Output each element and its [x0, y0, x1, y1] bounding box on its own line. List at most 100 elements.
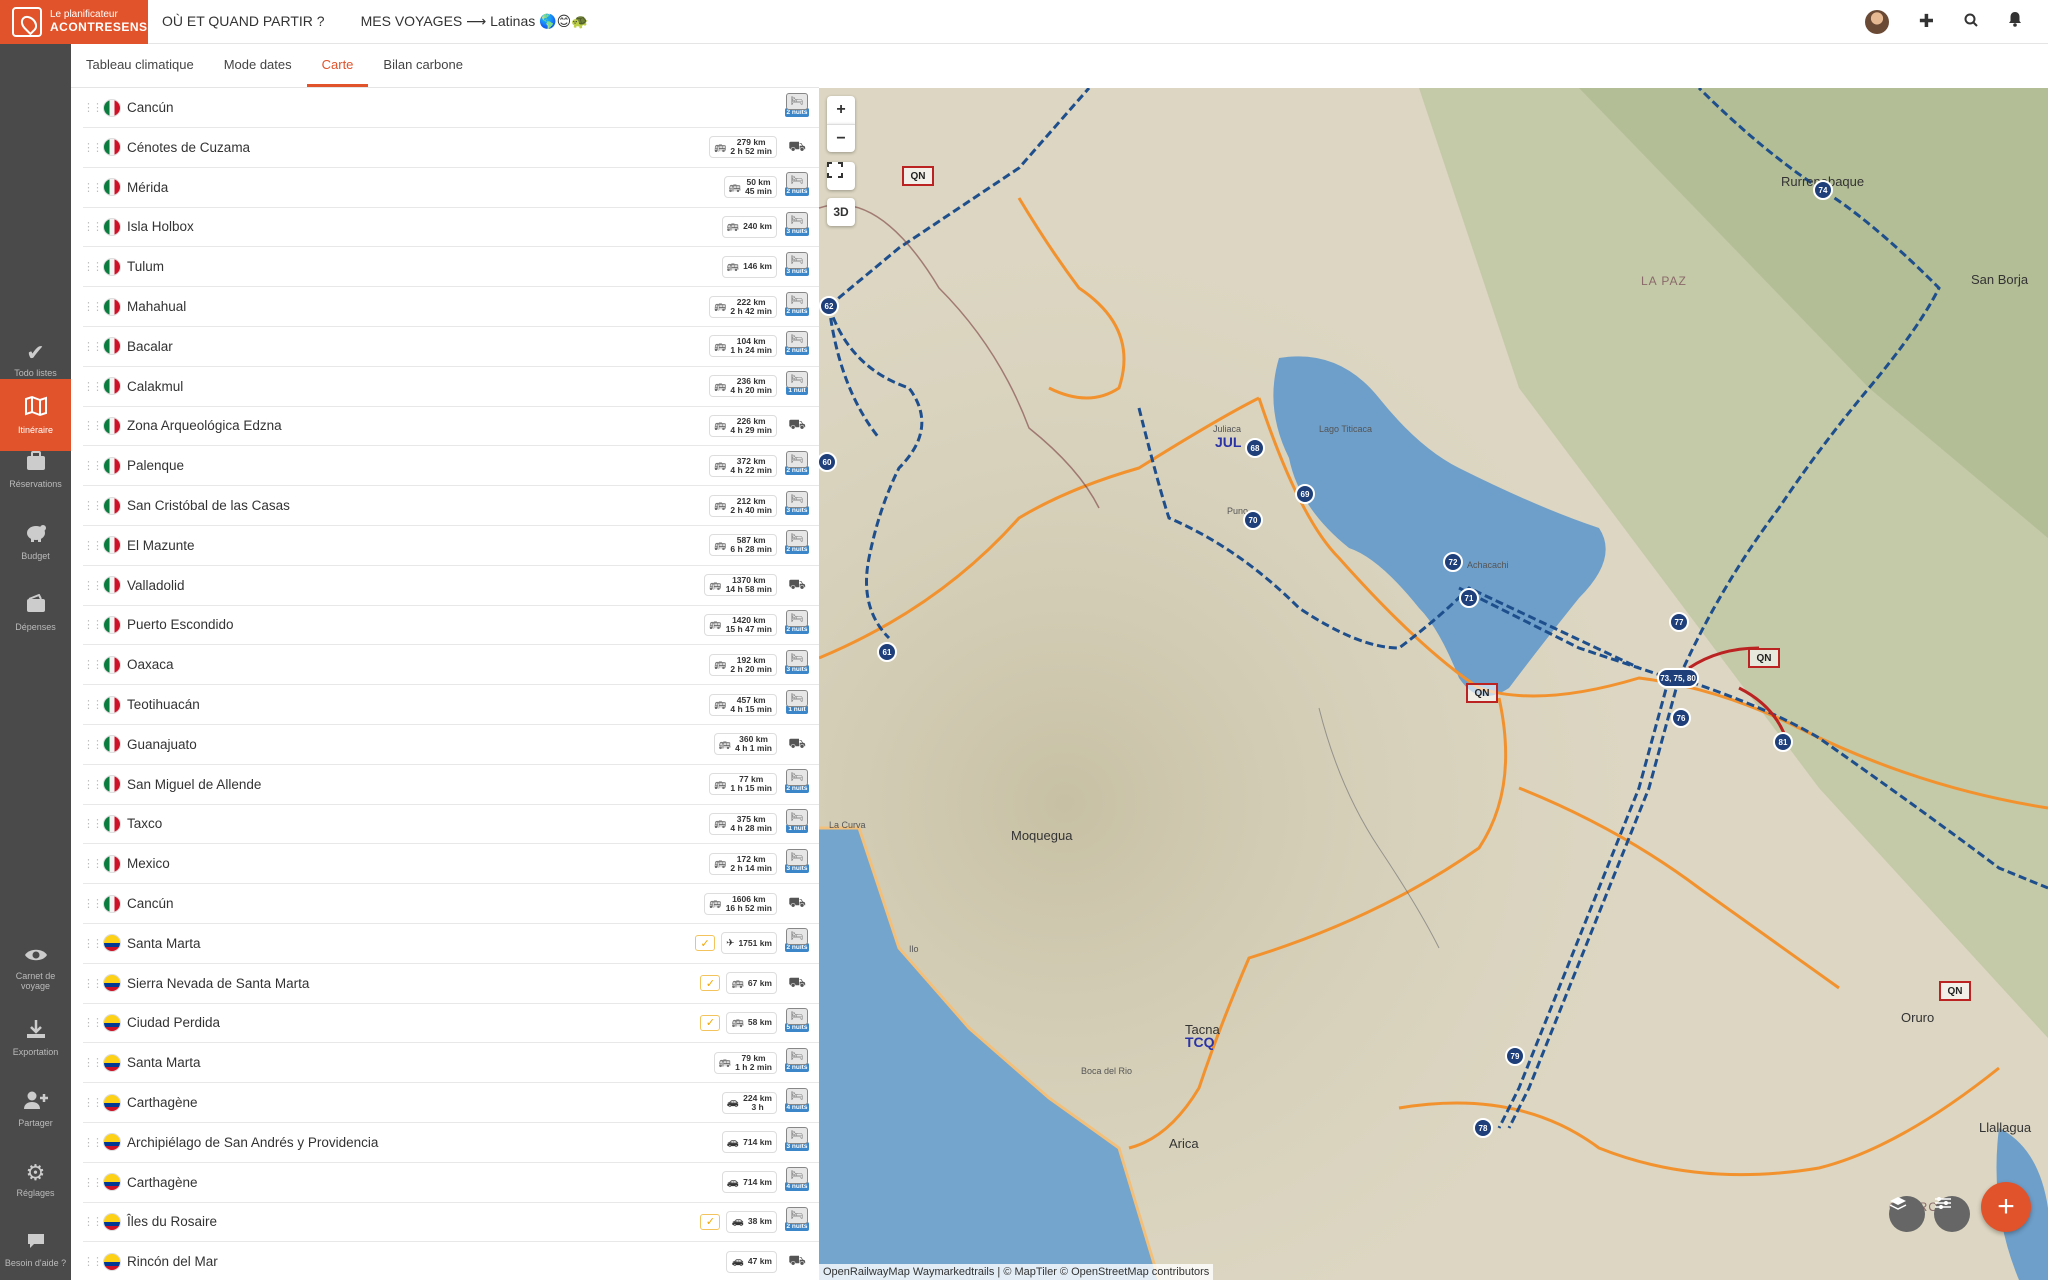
- transport-info[interactable]: 🚌 77 km 1 h 15 min: [708, 773, 777, 796]
- place-name[interactable]: Guanajuato: [127, 737, 714, 752]
- drag-handle-icon[interactable]: ⋮⋮: [83, 1096, 103, 1109]
- itinerary-row[interactable]: ⋮⋮Cénotes de Cuzama🚌279 km2 h 52 min⛟2••…: [83, 128, 819, 168]
- place-name[interactable]: Santa Marta: [127, 1055, 714, 1070]
- plus-icon[interactable]: ✚: [1919, 11, 1934, 32]
- transport-info[interactable]: 🚌 279 km 2 h 52 min: [708, 136, 777, 159]
- place-name[interactable]: Tulum: [127, 259, 722, 274]
- map-view[interactable]: Moquegua LA PAZ San Borja Rurrenabaque O…: [819, 88, 2048, 1280]
- transport-info[interactable]: 🚌 457 km 4 h 15 min: [708, 693, 777, 716]
- map-stage-marker[interactable]: 78: [1473, 1118, 1493, 1138]
- drag-handle-icon[interactable]: ⋮⋮: [83, 380, 103, 393]
- place-name[interactable]: Isla Holbox: [127, 219, 722, 234]
- night-transport-icon[interactable]: ⛟: [783, 576, 811, 595]
- itinerary-row[interactable]: ⋮⋮Bacalar🚌104 km1 h 24 min🛏2 nuits7•••: [83, 327, 819, 367]
- drag-handle-icon[interactable]: ⋮⋮: [83, 101, 103, 114]
- place-name[interactable]: Archipiélago de San Andrés y Providencia: [127, 1135, 722, 1150]
- app-logo[interactable]: Le planificateur ACONTRESENS: [0, 0, 148, 44]
- place-name[interactable]: Oaxaca: [127, 657, 709, 672]
- itinerary-row[interactable]: ⋮⋮Ciudad Perdida✓🚌58 km🛏5 nuits24•••: [83, 1003, 819, 1044]
- drag-handle-icon[interactable]: ⋮⋮: [83, 181, 103, 194]
- search-icon[interactable]: [1964, 11, 1978, 32]
- night-transport-icon[interactable]: ⛟: [783, 894, 811, 913]
- itinerary-row[interactable]: ⋮⋮Oaxaca🚌192 km2 h 20 min🛏3 nuits15•••: [83, 645, 819, 686]
- zoom-out-button[interactable]: −: [827, 124, 855, 152]
- nights-badge[interactable]: 🛏 2 nuits: [783, 769, 811, 799]
- transport-info[interactable]: 🚌 236 km 4 h 20 min: [708, 375, 777, 398]
- nights-badge[interactable]: 🛏 2 nuits: [783, 609, 811, 640]
- avatar[interactable]: [1864, 9, 1889, 34]
- sidebar-item-export[interactable]: Exportation: [0, 1002, 71, 1074]
- night-transport-icon[interactable]: ⛟: [783, 735, 811, 754]
- qn-marker[interactable]: QN: [1748, 648, 1780, 668]
- nights-badge[interactable]: 🛏 2 nuits: [783, 1047, 811, 1078]
- nights-badge[interactable]: 🛏 2 nuits: [783, 530, 811, 560]
- itinerary-row[interactable]: ⋮⋮El Mazunte🚌587 km6 h 28 min🛏2 nuits12•…: [83, 526, 819, 566]
- nights-badge[interactable]: 🛏 3 nuits: [783, 211, 811, 242]
- drag-handle-icon[interactable]: ⋮⋮: [83, 738, 103, 751]
- itinerary-row[interactable]: ⋮⋮Carthagène🚗714 km🛏4 nuits28•••: [83, 1163, 819, 1203]
- night-transport-icon[interactable]: ⛟: [783, 974, 811, 993]
- itinerary-row[interactable]: ⋮⋮Santa Marta✓✈1751 km🛏2 nuits22•••: [83, 924, 819, 964]
- itinerary-row[interactable]: ⋮⋮ Puerto Escondido 🚌 1420 km 15 h 47 min 🛏 2 …: [83, 605, 819, 646]
- tab-map[interactable]: Carte: [306, 44, 369, 87]
- itinerary-row[interactable]: ⋮⋮Guanajuato🚌360 km4 h 1 min⛟17•••: [83, 725, 819, 765]
- itinerary-row[interactable]: ⋮⋮Îles du Rosaire✓🚗38 km🛏2 nuits29•••: [83, 1202, 819, 1243]
- transport-info[interactable]: 🚌 192 km 2 h 20 min: [708, 653, 777, 676]
- itinerary-row[interactable]: ⋮⋮Teotihuacán🚌457 km4 h 15 min🛏1 nuit16•…: [83, 685, 819, 725]
- qn-marker[interactable]: QN: [1939, 981, 1971, 1001]
- add-stage-fab[interactable]: +: [1981, 1182, 2031, 1232]
- nights-badge[interactable]: 🛏 3 nuits: [783, 490, 811, 521]
- place-name[interactable]: Carthagène: [127, 1175, 722, 1190]
- transport-info[interactable]: 🚌 58 km: [726, 1011, 777, 1034]
- itinerary-row[interactable]: ⋮⋮Palenque🚌372 km4 h 22 min🛏2 nuits10•••: [83, 446, 819, 487]
- transport-info[interactable]: 🚌 1606 km 16 h 52 min: [704, 892, 777, 915]
- place-name[interactable]: Cancún: [127, 100, 783, 115]
- sidebar-item-budget[interactable]: Budget: [0, 506, 71, 578]
- nights-badge[interactable]: 🛏 2 nuits: [783, 450, 811, 481]
- drag-handle-icon[interactable]: ⋮⋮: [83, 817, 103, 830]
- nights-badge[interactable]: 🛏 2 nuits: [783, 92, 811, 123]
- sidebar-item-reservations[interactable]: Réservations: [0, 434, 71, 506]
- transport-info[interactable]: 🚌 375 km 4 h 28 min: [708, 812, 777, 835]
- map-stage-marker[interactable]: 79: [1505, 1046, 1525, 1066]
- nights-badge[interactable]: 🛏 1 nuit: [783, 808, 811, 839]
- drag-handle-icon[interactable]: ⋮⋮: [83, 539, 103, 552]
- sidebar-item-settings[interactable]: ⚙ Réglages: [0, 1144, 71, 1216]
- itinerary-row[interactable]: ⋮⋮ San Cristóbal de las Casas 🚌 212 km 2 h 4…: [83, 486, 819, 526]
- place-name[interactable]: Taxco: [127, 816, 709, 831]
- qn-marker[interactable]: QN: [902, 166, 934, 186]
- nights-badge[interactable]: 🛏 1 nuit: [783, 689, 811, 720]
- transport-info[interactable]: 🚌 222 km 2 h 42 min: [708, 295, 777, 318]
- map-stage-marker[interactable]: 77: [1669, 612, 1689, 632]
- drag-handle-icon[interactable]: ⋮⋮: [83, 977, 103, 990]
- nights-badge[interactable]: 🛏 4 nuits: [783, 1087, 811, 1118]
- map-stage-marker[interactable]: 72: [1443, 552, 1463, 572]
- transport-info[interactable]: 🚌 146 km: [721, 255, 777, 278]
- itinerary-row[interactable]: ⋮⋮Mexico🚌172 km2 h 14 min🛏3 nuits20•••: [83, 844, 819, 885]
- drag-handle-icon[interactable]: ⋮⋮: [83, 1016, 103, 1029]
- itinerary-row[interactable]: ⋮⋮Rincón del Mar🚗47 km⛟30•••: [83, 1242, 819, 1280]
- drag-handle-icon[interactable]: ⋮⋮: [83, 220, 103, 233]
- itinerary-row[interactable]: ⋮⋮Santa Marta🚌79 km1 h 2 min🛏2 nuits25••…: [83, 1043, 819, 1084]
- nights-badge[interactable]: 🛏 2 nuits: [783, 928, 811, 958]
- tab-climate[interactable]: Tableau climatique: [86, 44, 209, 87]
- map-stage-marker[interactable]: 74: [1813, 180, 1833, 200]
- nights-badge[interactable]: 🛏 2 nuits: [783, 291, 811, 322]
- booked-check-icon[interactable]: ✓: [695, 935, 716, 952]
- drag-handle-icon[interactable]: ⋮⋮: [83, 141, 103, 154]
- drag-handle-icon[interactable]: ⋮⋮: [83, 1136, 103, 1149]
- transport-info[interactable]: 🚌 104 km 1 h 24 min: [708, 335, 777, 358]
- transport-info[interactable]: 🚌 50 km 45 min: [723, 176, 777, 199]
- itinerary-row[interactable]: ⋮⋮Calakmul🚌236 km4 h 20 min🛏1 nuit8•••: [83, 367, 819, 407]
- transport-info[interactable]: 🚌 79 km 1 h 2 min: [713, 1051, 777, 1074]
- map-stage-marker[interactable]: 70: [1243, 510, 1263, 530]
- transport-info[interactable]: 🚌 1370 km 14 h 58 min: [704, 574, 777, 597]
- sidebar-item-expenses[interactable]: Dépenses: [0, 577, 71, 649]
- itinerary-row[interactable]: ⋮⋮ Zona Arqueológica Edzna 🚌 226 km 4 h 29 m…: [83, 406, 819, 447]
- place-name[interactable]: Cénotes de Cuzama: [127, 140, 709, 155]
- drag-handle-icon[interactable]: ⋮⋮: [83, 1255, 103, 1268]
- transport-info[interactable]: 🚗 714 km: [721, 1131, 777, 1154]
- sidebar-item-travel-journal[interactable]: Carnet de voyage: [0, 932, 71, 1004]
- transport-info[interactable]: 🚌 1420 km 15 h 47 min: [704, 613, 777, 636]
- place-name[interactable]: San Miguel de Allende: [127, 777, 709, 792]
